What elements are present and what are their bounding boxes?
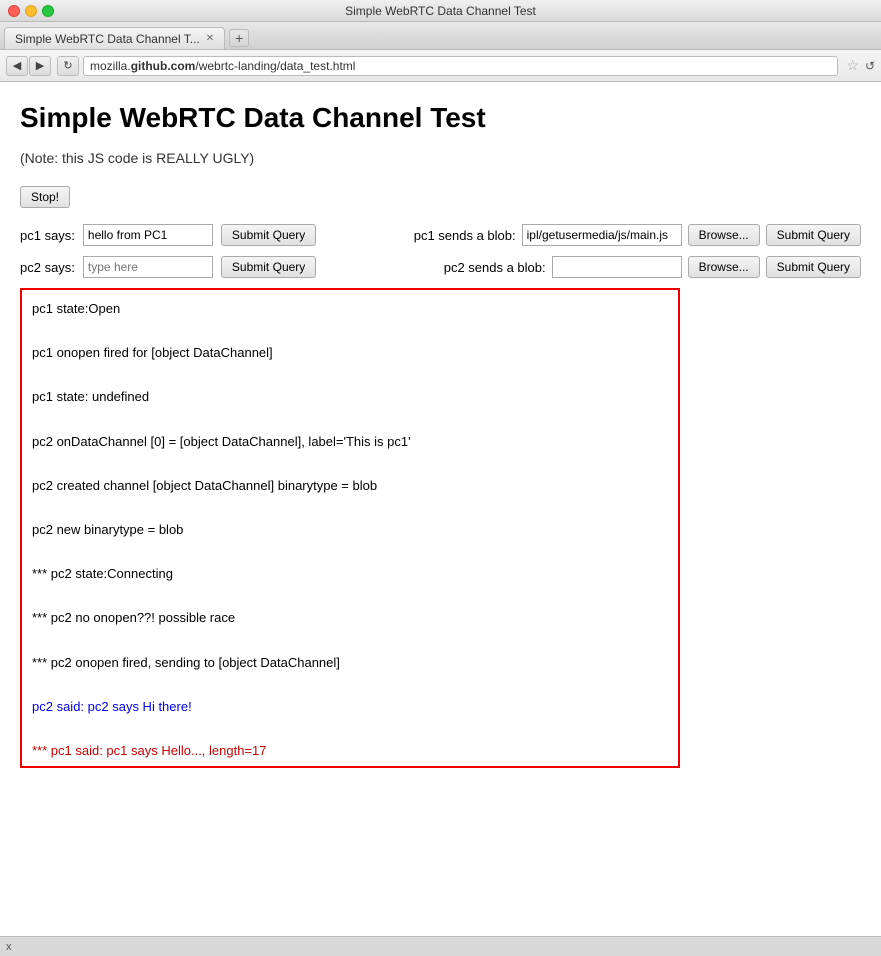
minimize-button[interactable] [25,5,37,17]
pc1-blob-label: pc1 sends a blob: [414,228,516,243]
window-title: Simple WebRTC Data Channel Test [345,4,536,18]
pc2-blob-label: pc2 sends a blob: [444,260,546,275]
stop-button-container: Stop! [20,186,861,224]
tab-label: Simple WebRTC Data Channel T... [15,32,200,46]
url-prefix: mozilla. [90,59,131,73]
pc1-says-label: pc1 says: [20,228,75,243]
log-line: pc2 onDataChannel [0] = [object DataChan… [32,431,668,453]
log-line: pc2 said: pc2 says Hi there! [32,696,668,718]
title-bar: Simple WebRTC Data Channel Test [0,0,881,22]
page-content: Simple WebRTC Data Channel Test (Note: t… [0,82,881,936]
pc2-says-row: pc2 says: Submit Query pc2 sends a blob:… [20,256,861,278]
url-bar[interactable]: mozilla.github.com/webrtc-landing/data_t… [83,56,838,76]
pc2-blob-submit-button[interactable]: Submit Query [766,256,861,278]
address-bar: ◀ ▶ ↻ mozilla.github.com/webrtc-landing/… [0,50,881,82]
pc1-blob-section: pc1 sends a blob: Browse... Submit Query [414,224,861,246]
log-line: pc2 new binarytype = blob [32,519,668,541]
status-text: x [6,941,12,953]
log-line [32,585,668,607]
log-line: pc2 created channel [object DataChannel]… [32,475,668,497]
pc2-says-label: pc2 says: [20,260,75,275]
log-line [32,364,668,386]
log-line: *** pc2 onopen fired, sending to [object… [32,652,668,674]
url-suffix: /webrtc-landing/data_test.html [195,59,355,73]
log-line [32,718,668,740]
pc1-says-input[interactable] [83,224,213,246]
log-line [32,674,668,696]
log-line: *** pc1 said: pc1 says Hello..., length=… [32,740,668,762]
log-line [32,762,668,768]
nav-buttons: ◀ ▶ [6,56,51,76]
new-tab-button[interactable]: + [229,29,249,47]
log-line [32,497,668,519]
close-button[interactable] [8,5,20,17]
pc2-browse-button[interactable]: Browse... [688,256,760,278]
pc1-blob-input[interactable] [522,224,682,246]
page-title: Simple WebRTC Data Channel Test [20,102,861,134]
pc2-says-input[interactable] [83,256,213,278]
forward-button[interactable]: ▶ [29,56,51,76]
log-line: pc1 state: undefined [32,386,668,408]
log-line [32,541,668,563]
reload-button[interactable]: ↻ [57,56,79,76]
back-button[interactable]: ◀ [6,56,28,76]
log-line: pc1 onopen fired for [object DataChannel… [32,342,668,364]
tab-bar: Simple WebRTC Data Channel T... ✕ + [0,22,881,50]
url-bold: github.com [131,59,196,73]
log-line: *** pc2 state:Connecting [32,563,668,585]
pc1-blob-submit-button[interactable]: Submit Query [766,224,861,246]
stop-button[interactable]: Stop! [20,186,70,208]
pc2-submit-button[interactable]: Submit Query [221,256,316,278]
refresh-icon[interactable]: ↺ [865,59,875,73]
pc1-browse-button[interactable]: Browse... [688,224,760,246]
log-area[interactable]: pc1 state:Open pc1 onopen fired for [obj… [20,288,680,768]
page-subtitle: (Note: this JS code is REALLY UGLY) [20,150,861,166]
log-line [32,629,668,651]
maximize-button[interactable] [42,5,54,17]
window-controls [8,5,54,17]
pc1-says-row: pc1 says: Submit Query pc1 sends a blob:… [20,224,861,246]
tab-close-icon[interactable]: ✕ [206,33,214,44]
pc2-blob-input[interactable] [552,256,682,278]
active-tab[interactable]: Simple WebRTC Data Channel T... ✕ [4,27,225,49]
log-line: pc1 state:Open [32,298,668,320]
log-line: *** pc2 no onopen??! possible race [32,607,668,629]
log-line [32,408,668,430]
status-bar: x [0,936,881,956]
log-line [32,320,668,342]
bookmark-icon[interactable]: ☆ [846,57,859,74]
pc2-blob-section: pc2 sends a blob: Browse... Submit Query [444,256,861,278]
log-line [32,453,668,475]
pc1-submit-button[interactable]: Submit Query [221,224,316,246]
